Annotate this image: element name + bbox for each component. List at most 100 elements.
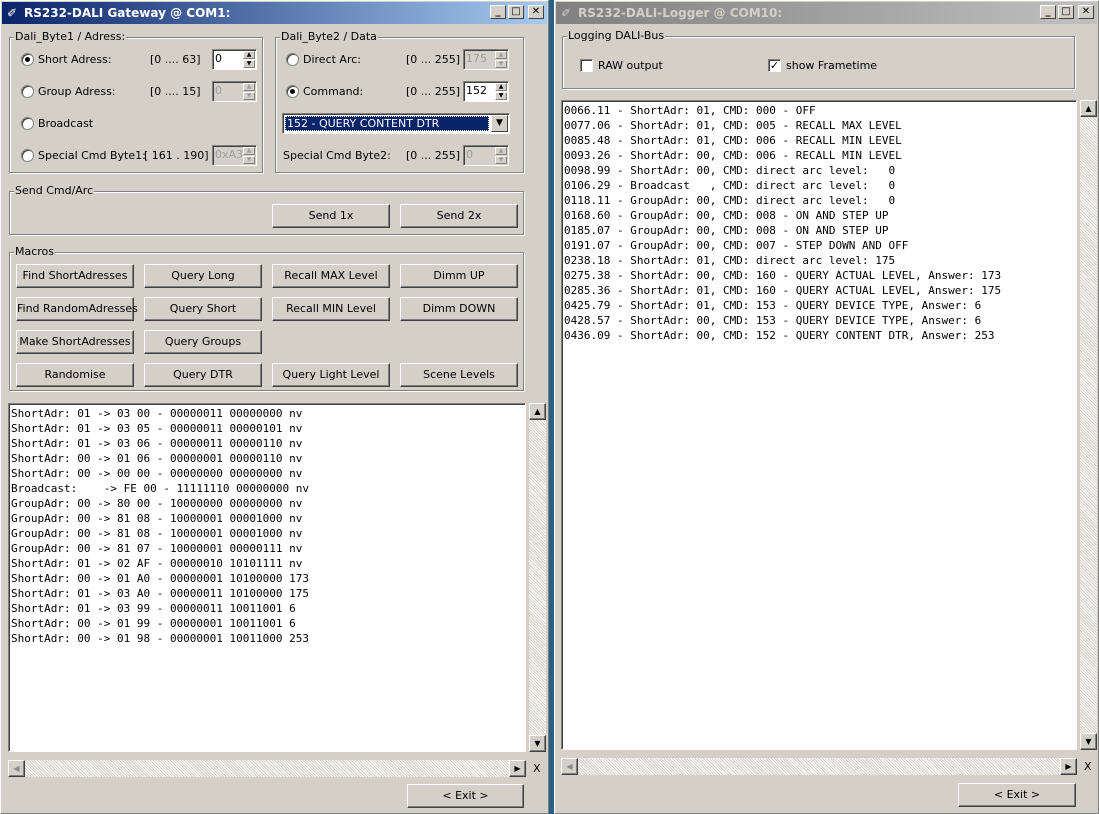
scroll-down-icon[interactable]: ▼ [1080,733,1097,750]
gateway-log-line: ShortAdr: 00 -> 01 A0 - 00000001 1010000… [11,572,310,585]
logger-log-line: 0238.18 - ShortAdr: 01, CMD: direct arc … [564,254,896,267]
gateway-clear-x[interactable]: X [533,762,541,776]
close-button[interactable]: ✕ [528,5,544,19]
spin-down-icon[interactable]: ▼ [243,156,255,164]
spin-up-icon[interactable]: ▲ [495,147,507,155]
group-address-radio[interactable] [21,85,34,98]
group-address-label: Group Adress: [38,85,116,98]
query-light-level-button[interactable]: Query Light Level [272,363,390,387]
command-value: 152 [466,84,487,97]
logger-log-content: 0066.11 - ShortAdr: 01, CMD: 000 - OFF 0… [564,103,1001,343]
command-radio[interactable] [286,85,299,98]
gateway-log-line: ShortAdr: 00 -> 01 06 - 00000001 0000011… [11,452,303,465]
spin-down-icon[interactable]: ▼ [495,156,507,164]
gateway-log-line: GroupAdr: 00 -> 81 08 - 10000001 0000100… [11,527,303,540]
short-address-spinbox[interactable]: 0 ▲ ▼ [212,49,257,70]
spin-up-icon[interactable]: ▲ [243,147,255,155]
scroll-up-icon[interactable]: ▲ [1080,100,1097,117]
raw-output-checkbox[interactable] [580,59,593,72]
short-address-radio[interactable] [21,53,34,66]
query-dtr-button[interactable]: Query DTR [144,363,262,387]
special-cmd-byte2-spinbox[interactable]: 0 ▲ ▼ [463,145,509,166]
scroll-left-icon[interactable]: ◀ [561,758,578,775]
show-frametime-checkbox[interactable]: ✓ [768,59,781,72]
dimm-up-button[interactable]: Dimm UP [400,264,518,288]
scene-levels-button[interactable]: Scene Levels [400,363,518,387]
gateway-log-content: ShortAdr: 01 -> 03 00 - 00000011 0000000… [11,406,309,646]
minimize-button[interactable]: _ [490,5,506,19]
recall-max-level-button[interactable]: Recall MAX Level [272,264,390,288]
logging-group-title: Logging DALI-Bus [567,29,666,43]
logger-log-line: 0118.11 - GroupAdr: 00, CMD: direct arc … [564,194,896,207]
scroll-up-icon[interactable]: ▲ [529,403,546,420]
logger-vertical-scrollbar[interactable]: ▲ ▼ [1080,100,1097,750]
query-groups-button[interactable]: Query Groups [144,330,262,354]
minimize-button[interactable]: _ [1040,5,1056,19]
chevron-down-icon[interactable]: ▼ [491,115,508,132]
randomise-button[interactable]: Randomise [16,363,134,387]
logger-log-line: 0085.48 - ShortAdr: 01, CMD: 006 - RECAL… [564,134,902,147]
direct-arc-spinbox[interactable]: 175 ▲ ▼ [463,49,509,70]
gateway-log-line: ShortAdr: 01 -> 03 05 - 00000011 0000010… [11,422,303,435]
logger-titlebar[interactable]: ✐ RS232-DALI-Logger @ COM10: _ □ ✕ [556,2,1097,24]
spin-up-icon[interactable]: ▲ [495,51,507,59]
logger-log-line: 0106.29 - Broadcast , CMD: direct arc le… [564,179,896,192]
direct-arc-radio[interactable] [286,53,299,66]
logger-log-line: 0168.60 - GroupAdr: 00, CMD: 008 - ON AN… [564,209,889,222]
query-short-button[interactable]: Query Short [144,297,262,321]
logger-clear-x[interactable]: X [1084,760,1092,774]
macros-group: Macros Find ShortAdresses Query Long Rec… [9,245,524,391]
gateway-exit-button[interactable]: < Exit > [407,784,524,808]
spin-down-icon[interactable]: ▼ [495,92,507,100]
gateway-log-line: ShortAdr: 01 -> 03 99 - 00000011 1001100… [11,602,296,615]
spin-down-icon[interactable]: ▼ [495,60,507,68]
gateway-log-line: ShortAdr: 01 -> 03 06 - 00000011 0000011… [11,437,303,450]
scroll-down-icon[interactable]: ▼ [529,735,546,752]
command-label: Command: [303,85,364,98]
scroll-left-icon[interactable]: ◀ [8,760,25,777]
group-address-spinbox[interactable]: 0 ▲ ▼ [212,81,257,102]
send-2x-button[interactable]: Send 2x [400,204,518,228]
spin-down-icon[interactable]: ▼ [243,60,255,68]
find-random-addresses-button[interactable]: Find RandomAdresses [16,297,138,321]
byte2-group: Dali_Byte2 / Data Direct Arc: [0 ... 255… [275,30,524,173]
spin-up-icon[interactable]: ▲ [495,83,507,91]
special-cmd-byte1-spinbox[interactable]: 0xA3 ▲ ▼ [212,145,257,166]
gateway-window: ✐ RS232-DALI Gateway @ COM1: _ □ ✕ Dali_… [0,0,549,814]
recall-min-level-button[interactable]: Recall MIN Level [272,297,390,321]
spin-up-icon[interactable]: ▲ [243,51,255,59]
gateway-log[interactable]: ShortAdr: 01 -> 03 00 - 00000011 0000000… [8,403,526,752]
query-long-button[interactable]: Query Long [144,264,262,288]
special-cmd-byte1-radio[interactable] [21,149,34,162]
close-button[interactable]: ✕ [1078,5,1094,19]
gateway-vertical-scrollbar[interactable]: ▲ ▼ [529,403,546,752]
spin-up-icon[interactable]: ▲ [243,83,255,91]
scroll-right-icon[interactable]: ▶ [1060,758,1077,775]
send-group: Send Cmd/Arc Send 1x Send 2x [9,184,524,235]
logger-log-line: 0191.07 - GroupAdr: 00, CMD: 007 - STEP … [564,239,909,252]
logger-log-line: 0093.26 - ShortAdr: 00, CMD: 006 - RECAL… [564,149,902,162]
gateway-log-line: ShortAdr: 00 -> 01 98 - 00000001 1001100… [11,632,310,645]
gateway-titlebar[interactable]: ✐ RS232-DALI Gateway @ COM1: _ □ ✕ [2,2,547,24]
find-short-addresses-button[interactable]: Find ShortAdresses [16,264,134,288]
command-dropdown-value: 152 - QUERY CONTENT DTR [285,116,489,131]
send-1x-button[interactable]: Send 1x [272,204,390,228]
logger-exit-button[interactable]: < Exit > [958,783,1076,807]
gateway-log-line: ShortAdr: 01 -> 03 00 - 00000011 0000000… [11,407,303,420]
command-spinbox[interactable]: 152 ▲ ▼ [463,81,509,102]
maximize-button[interactable]: □ [1058,5,1074,19]
special-cmd-byte2-value: 0 [466,148,473,161]
scroll-right-icon[interactable]: ▶ [509,760,526,777]
maximize-button[interactable]: □ [508,5,524,19]
logger-log[interactable]: 0066.11 - ShortAdr: 01, CMD: 000 - OFF 0… [561,100,1077,750]
byte1-group-title: Dali_Byte1 / Adress: [14,30,127,44]
dimm-down-button[interactable]: Dimm DOWN [400,297,518,321]
make-short-addresses-button[interactable]: Make ShortAdresses [16,330,134,354]
gateway-horizontal-scrollbar[interactable]: ◀ ▶ [8,760,526,777]
broadcast-radio[interactable] [21,117,34,130]
raw-output-label: RAW output [598,59,663,72]
gateway-log-line: ShortAdr: 00 -> 00 00 - 00000000 0000000… [11,467,303,480]
command-dropdown[interactable]: 152 - QUERY CONTENT DTR ▼ [282,113,510,134]
logger-horizontal-scrollbar[interactable]: ◀ ▶ [561,758,1077,775]
spin-down-icon[interactable]: ▼ [243,92,255,100]
